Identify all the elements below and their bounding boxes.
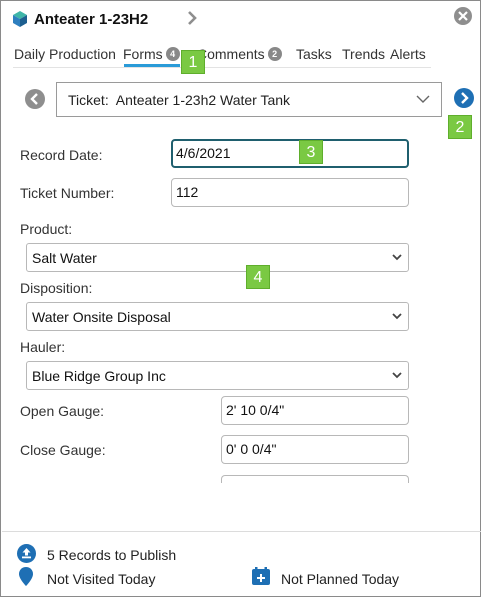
tab-daily-production[interactable]: Daily Production	[14, 46, 116, 62]
plan-status: Not Planned Today	[281, 571, 400, 587]
product-label: Product:	[20, 221, 73, 237]
product-select[interactable]: Salt Water	[26, 243, 409, 272]
disposition-value: Water Onsite Disposal	[32, 309, 171, 325]
map-pin-icon	[19, 567, 33, 586]
ticket-label: Ticket: Anteater 1-23h2 Water Tank	[68, 92, 291, 108]
cube-logo-icon	[13, 11, 27, 27]
chevron-left-circle-icon[interactable]	[25, 89, 45, 109]
record-date-label: Record Date:	[20, 147, 103, 163]
hauler-select[interactable]: Blue Ridge Group Inc	[26, 361, 409, 390]
callout-badge: 2	[448, 115, 472, 139]
tab-alerts[interactable]: Alerts	[390, 46, 426, 62]
record-date-field[interactable]: 4/6/2021	[171, 139, 409, 168]
open-gauge-field[interactable]: 2' 10 0/4"	[221, 396, 409, 425]
visit-status: Not Visited Today	[47, 571, 156, 587]
disposition-label: Disposition:	[20, 280, 93, 296]
ticket-select[interactable]: Ticket: Anteater 1-23h2 Water Tank	[56, 82, 442, 117]
callout-badge: 4	[246, 265, 270, 289]
close-icon[interactable]	[454, 7, 472, 25]
chevron-down-icon	[392, 372, 402, 379]
well-title: Anteater 1-23H2	[34, 11, 149, 28]
close-gauge-field[interactable]: 0' 0 0/4"	[221, 435, 409, 464]
upload-icon[interactable]	[17, 544, 36, 563]
ticket-number-label: Ticket Number:	[20, 185, 115, 201]
active-tab-indicator	[124, 64, 180, 67]
callout-badge: 1	[181, 50, 205, 74]
hauler-value: Blue Ridge Group Inc	[32, 368, 166, 384]
callout-badge: 3	[299, 140, 323, 164]
close-gauge-label: Close Gauge:	[20, 442, 106, 458]
tab-trends[interactable]: Trends	[342, 46, 385, 62]
chevron-down-icon	[416, 95, 430, 103]
chevron-down-icon	[392, 254, 402, 261]
tab-badge: 4	[165, 47, 180, 61]
chevron-down-icon	[392, 313, 402, 320]
next-field-partial	[221, 475, 409, 483]
tab-badge: 2	[267, 47, 282, 61]
tab-divider	[13, 67, 431, 68]
records-to-publish: 5 Records to Publish	[47, 547, 177, 563]
product-value: Salt Water	[32, 250, 97, 266]
open-gauge-label: Open Gauge:	[20, 403, 105, 419]
hauler-label: Hauler:	[20, 339, 66, 355]
ticket-number-field[interactable]: 112	[171, 178, 409, 207]
chevron-right-circle-icon[interactable]	[454, 88, 474, 108]
chevron-right-icon[interactable]	[185, 10, 199, 26]
tab-comments[interactable]: Comments 2	[197, 46, 282, 62]
tab-forms[interactable]: Forms 4	[123, 46, 180, 62]
tab-tasks[interactable]: Tasks	[296, 46, 332, 62]
panel-window: Anteater 1-23H2 Daily Production Forms 4 …	[0, 0, 481, 597]
calendar-plus-icon	[252, 567, 270, 585]
footer-divider	[2, 531, 481, 532]
disposition-select[interactable]: Water Onsite Disposal	[26, 302, 409, 331]
